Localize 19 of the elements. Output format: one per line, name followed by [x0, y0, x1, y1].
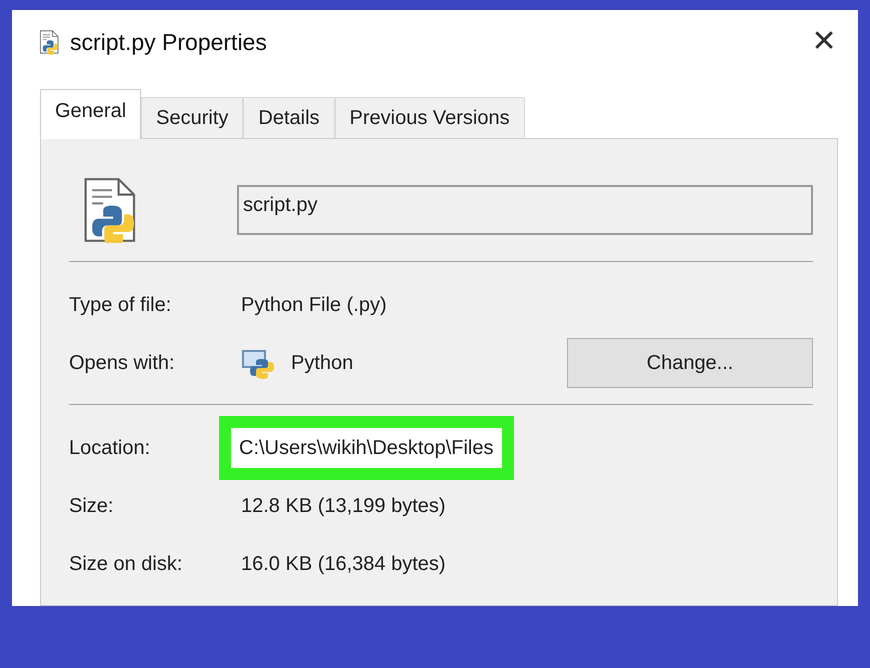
property-label: Size: — [69, 494, 114, 518]
property-label: Size on disk: — [69, 552, 184, 576]
property-value: 12.8 KB (13,199 bytes) — [241, 494, 446, 516]
property-value: Python File (.py) — [241, 294, 387, 316]
property-value: Python — [291, 352, 354, 374]
property-label: Opens with: — [69, 352, 176, 374]
property-label: Type of file: — [69, 294, 172, 316]
property-label: Location: — [69, 436, 152, 460]
file-name-field[interactable]: script.py — [237, 185, 813, 235]
change-button[interactable]: Change... — [567, 338, 813, 388]
tab[interactable]: Security — [141, 97, 244, 138]
python-icon — [241, 347, 277, 379]
window-title: script.py Properties — [70, 28, 267, 56]
tab[interactable]: Details — [243, 97, 335, 138]
property-value: 16.0 KB (16,384 bytes) — [241, 552, 446, 574]
highlighted-value: C:\Users\wikih\Desktop\Files — [219, 416, 514, 480]
tab[interactable]: General — [40, 89, 142, 139]
tab[interactable]: Previous Versions — [334, 97, 525, 138]
close-icon[interactable]: ✕ — [804, 27, 844, 57]
